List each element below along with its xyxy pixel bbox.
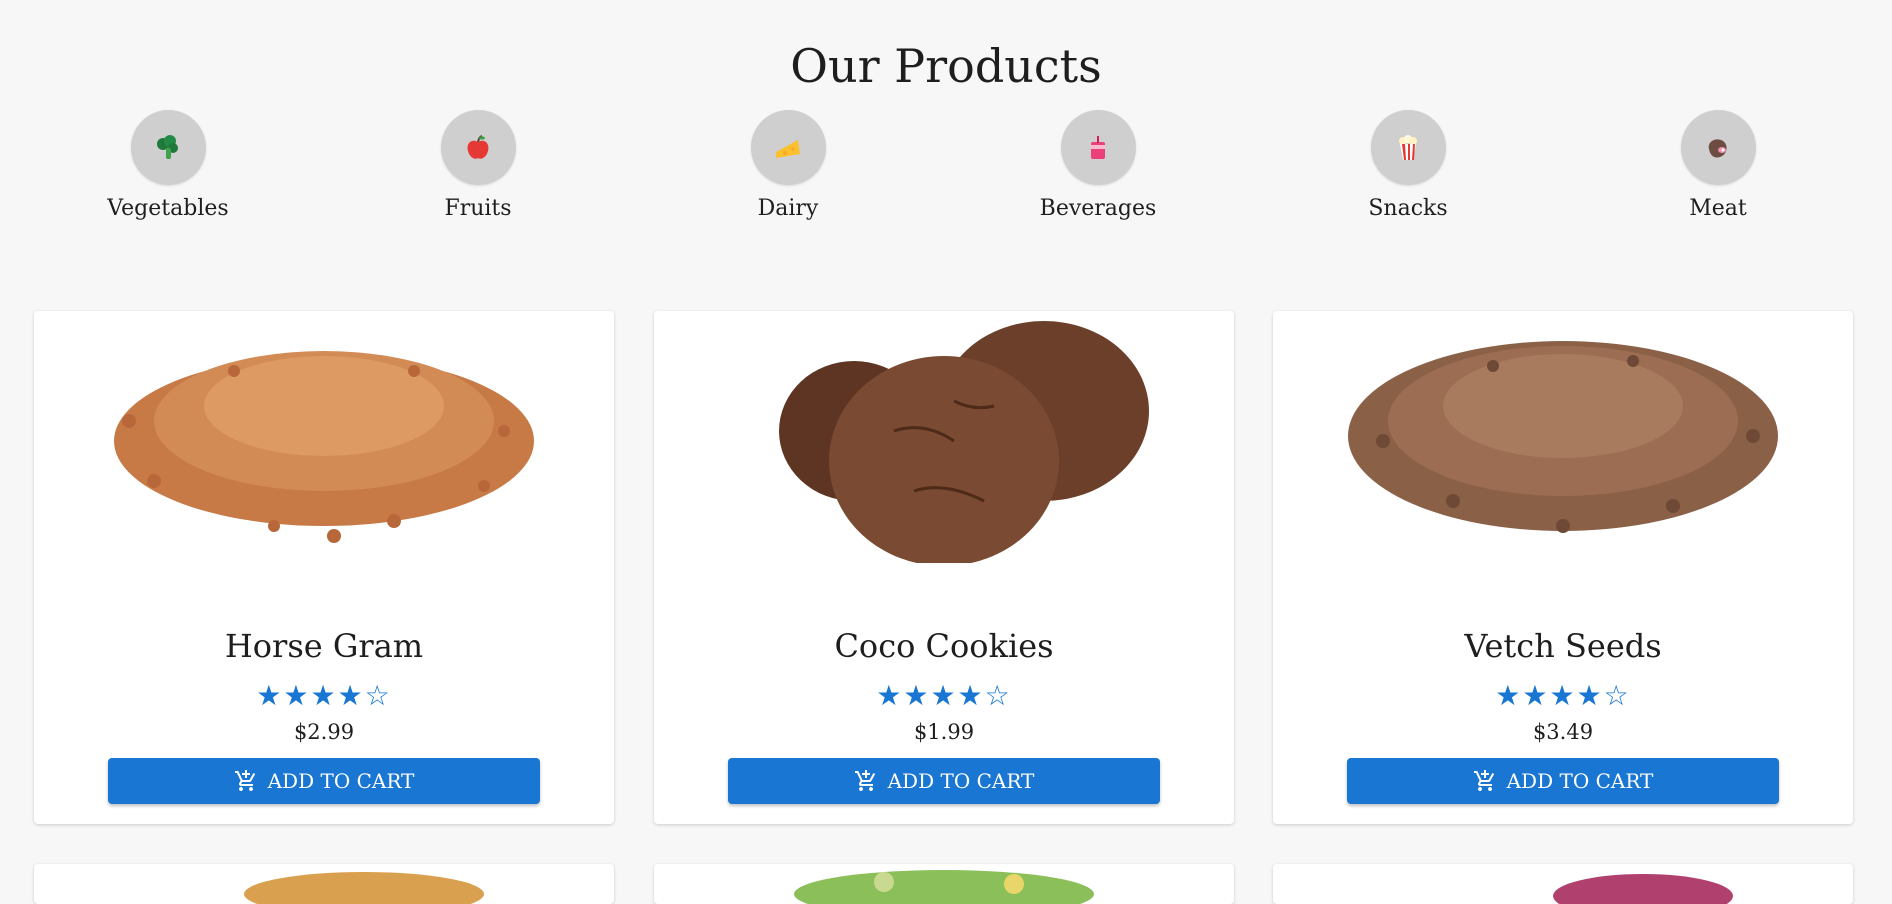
product-image (1553, 874, 1733, 904)
star-filled-icon: ★ (1576, 679, 1604, 712)
product-card (34, 864, 614, 904)
cheese-icon (776, 139, 800, 158)
add-to-cart-label: ADD TO CART (1506, 769, 1654, 793)
star-filled-icon: ★ (930, 679, 958, 712)
star-filled-icon: ★ (337, 679, 365, 712)
category-circle[interactable] (130, 110, 206, 185)
category-dairy[interactable]: Dairy (688, 110, 888, 223)
apple-icon (467, 134, 489, 159)
category-circle[interactable] (1680, 110, 1756, 185)
category-bar: Vegetables Fruits Dairy Beverages Snacks… (0, 0, 1892, 240)
product-rating: ★★★★☆ (34, 680, 614, 712)
category-label: Snacks (1368, 196, 1448, 221)
star-empty-icon: ☆ (984, 679, 1012, 712)
product-price: $2.99 (293, 720, 355, 744)
product-card (1273, 864, 1853, 904)
product-card (654, 864, 1234, 904)
category-fruits[interactable]: Fruits (378, 110, 578, 223)
product-price: $3.49 (1532, 720, 1594, 744)
popcorn-icon (1399, 134, 1417, 160)
star-filled-icon: ★ (310, 679, 338, 712)
star-filled-icon: ★ (876, 679, 904, 712)
product-name: Vetch Seeds (1464, 627, 1662, 665)
star-empty-icon: ☆ (1603, 679, 1631, 712)
add-to-cart-button[interactable]: ADD TO CART (1347, 758, 1779, 804)
product-name: Coco Cookies (834, 627, 1054, 665)
category-meat[interactable]: Meat (1618, 110, 1818, 223)
product-card: Horse Gram ★★★★☆ $2.99 ADD TO CART (34, 311, 614, 824)
category-beverages[interactable]: Beverages (998, 110, 1198, 223)
star-filled-icon: ★ (1522, 679, 1550, 712)
cart-add-icon (1473, 770, 1494, 791)
category-label: Meat (1689, 196, 1747, 221)
cart-add-icon (854, 770, 875, 791)
product-price: $1.99 (913, 720, 975, 744)
star-filled-icon: ★ (957, 679, 985, 712)
star-filled-icon: ★ (1549, 679, 1577, 712)
star-empty-icon: ☆ (364, 679, 392, 712)
category-circle[interactable] (1060, 110, 1136, 185)
star-filled-icon: ★ (1495, 679, 1523, 712)
category-circle[interactable] (750, 110, 826, 185)
add-to-cart-button[interactable]: ADD TO CART (108, 758, 540, 804)
category-circle[interactable] (1370, 110, 1446, 185)
product-name: Horse Gram (224, 627, 424, 665)
category-vegetables[interactable]: Vegetables (68, 110, 268, 223)
horse-gram-image (114, 351, 534, 543)
meat-icon (1708, 138, 1727, 158)
star-filled-icon: ★ (283, 679, 311, 712)
vetch-seeds-image (1348, 341, 1778, 533)
cart-add-icon (234, 770, 255, 791)
broccoli-icon (157, 134, 178, 159)
category-label: Vegetables (107, 196, 229, 221)
star-filled-icon: ★ (256, 679, 284, 712)
add-to-cart-button[interactable]: ADD TO CART (728, 758, 1160, 804)
product-rating: ★★★★☆ (654, 680, 1234, 712)
star-filled-icon: ★ (903, 679, 931, 712)
product-image (794, 870, 1094, 904)
product-card: Vetch Seeds ★★★★☆ $3.49 ADD TO CART (1273, 311, 1853, 824)
coco-cookies-image (779, 321, 1149, 563)
category-label: Dairy (757, 196, 819, 221)
category-snacks[interactable]: Snacks (1308, 110, 1508, 223)
add-to-cart-label: ADD TO CART (887, 769, 1035, 793)
drink-icon (1091, 135, 1105, 159)
category-circle[interactable] (440, 110, 516, 185)
add-to-cart-label: ADD TO CART (267, 769, 415, 793)
category-label: Beverages (1039, 196, 1157, 221)
category-label: Fruits (444, 196, 512, 221)
product-rating: ★★★★☆ (1273, 680, 1853, 712)
product-image (244, 872, 484, 904)
product-card: Coco Cookies ★★★★☆ $1.99 ADD TO CART (654, 311, 1234, 824)
